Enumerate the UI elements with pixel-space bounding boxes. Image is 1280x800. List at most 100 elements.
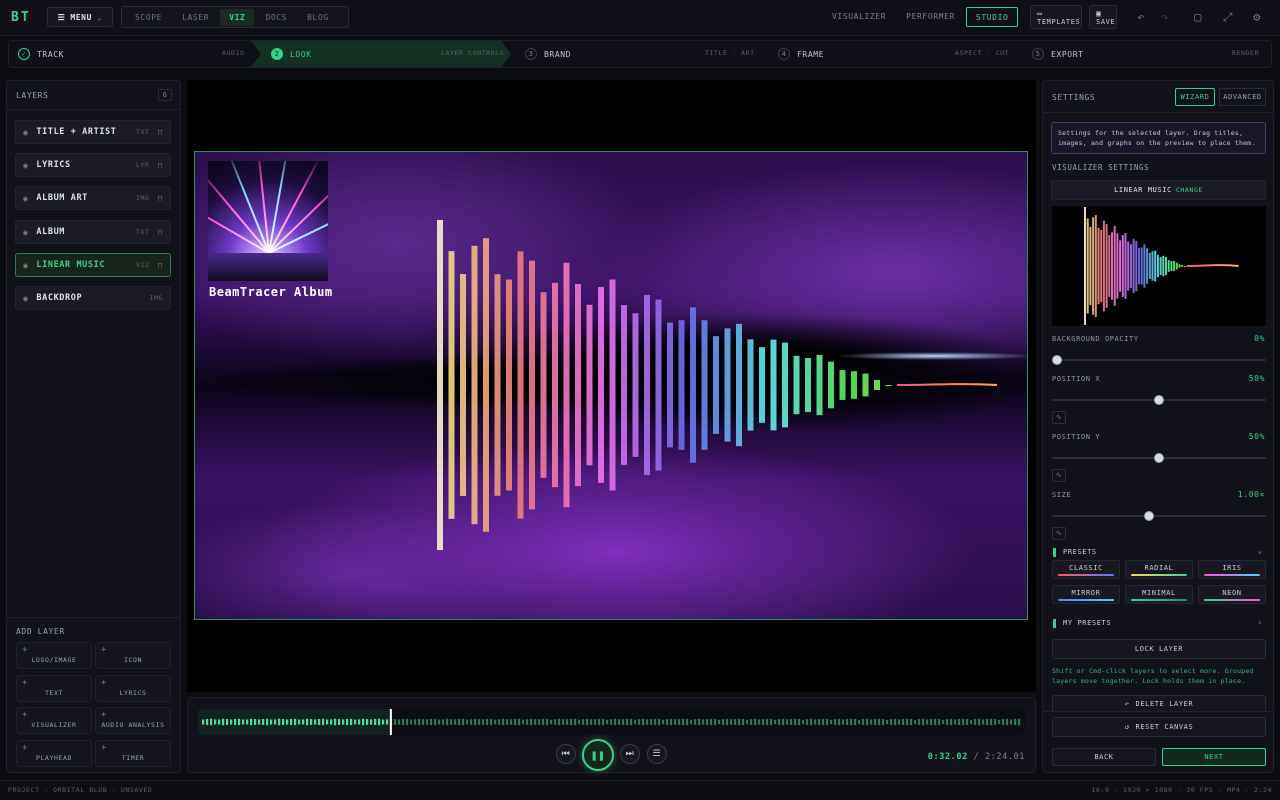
layer-linear-music[interactable]: ◉ LINEAR MUSIC VIZ ⊓ [15,253,171,277]
waveform-bar [302,719,305,725]
mode-visualizer[interactable]: VISUALIZER [823,7,895,27]
slider-knob[interactable] [1154,453,1164,463]
waveform-bar [338,719,341,725]
layer-album-art[interactable]: ◉ ALBUM ART IMG ⊓ [15,186,171,210]
waveform-bar [574,718,577,726]
fullscreen-icon[interactable]: ⤢ [1220,9,1236,25]
lock-icon[interactable]: ⊓ [158,194,163,203]
waveform-bar [1006,718,1009,726]
preset-classic[interactable]: CLASSIC [1052,560,1120,579]
visualizer-bar [1138,247,1140,285]
chevron-right-icon[interactable]: › [1257,618,1263,628]
preset-iris[interactable]: IRIS [1198,560,1266,579]
step-look[interactable]: 2 LOOK LAYER CONTROLS [251,41,511,67]
lock-layer-button[interactable]: LOCK LAYER [1052,639,1266,659]
wizard-mode-button[interactable]: WIZARD [1175,88,1215,106]
advanced-mode-button[interactable]: ADVANCED [1219,88,1266,106]
step-export[interactable]: 5 EXPORT RENDER [1032,41,1268,67]
back-button[interactable]: BACK [1052,748,1156,766]
reset-canvas-button[interactable]: ↺ RESET CANVAS [1052,717,1266,737]
eye-icon[interactable]: ◉ [23,161,28,170]
add-audio-analysis-button[interactable]: + AUDIO ANALYSIS [95,707,171,734]
waveform-bar [910,719,913,725]
templates-button[interactable]: ▭ TEMPLATES [1030,5,1082,29]
waveform-bar [266,718,269,726]
add-icon-button[interactable]: + ICON [95,642,171,669]
gear-icon[interactable]: ⚙ [1249,9,1265,25]
eye-icon[interactable]: ◉ [23,128,28,137]
eye-icon[interactable]: ◉ [23,194,28,203]
chevron-down-icon[interactable]: ⌄ [1257,546,1263,556]
pulse-icon[interactable]: ∿ [1052,469,1066,482]
eye-icon[interactable]: ◉ [23,261,28,270]
add-playhead-button[interactable]: + PLAYHEAD [16,740,92,767]
audio-waveform-scrubber[interactable] [198,709,1025,735]
lock-icon[interactable]: ⊓ [158,261,163,270]
waveform-bar [1010,719,1013,725]
add-visualizer-button[interactable]: + VISUALIZER [16,707,92,734]
layer-album[interactable]: ◉ ALBUM TXT ⊓ [15,220,171,244]
next-button[interactable]: NEXT [1162,748,1266,766]
my-presets-header[interactable]: MY PRESETS [1063,619,1111,627]
slider-knob[interactable] [1052,355,1062,365]
add-logo-image-button[interactable]: + LOGO/IMAGE [16,642,92,669]
slider-knob[interactable] [1154,395,1164,405]
nav-viz[interactable]: VIZ [220,8,255,26]
nav-blog[interactable]: BLOG [298,9,338,26]
nav-scope[interactable]: SCOPE [126,9,171,26]
step-frame[interactable]: 4 FRAME ASPECT · CUT [778,41,1018,67]
mode-studio[interactable]: STUDIO [965,7,1019,27]
eye-icon[interactable]: ◉ [23,294,28,303]
preset-neon[interactable]: NEON [1198,585,1266,604]
pulse-icon[interactable]: ∿ [1052,527,1066,540]
visualizer-selector[interactable]: LINEAR MUSIC CHANGE [1051,180,1266,200]
visualizer-bar [1132,238,1135,294]
nav-laser[interactable]: LASER [173,9,218,26]
visualizer-bar [736,323,742,447]
add-item-label: TEXT [44,689,64,697]
lock-icon[interactable]: ⊓ [158,228,163,237]
position-y-slider[interactable] [1052,453,1266,463]
layer-name: ALBUM ART [36,193,88,203]
add-lyrics-button[interactable]: + LYRICS [95,675,171,702]
add-text-button[interactable]: + TEXT [16,675,92,702]
chat-icon[interactable]: ▢ [1190,9,1206,25]
step-track[interactable]: ✓ TRACK AUDIO [9,41,251,67]
change-visualizer-link[interactable]: CHANGE [1176,186,1203,194]
linear-music-visualizer[interactable] [195,152,1028,620]
layer-backdrop[interactable]: ◉ BACKDROP IMG [15,286,171,310]
preset-mirror[interactable]: MIRROR [1052,585,1120,604]
lock-icon[interactable]: ⊓ [158,128,163,137]
layer-title-artist[interactable]: ◉ TITLE + ARTIST TXT ⊓ [15,120,171,144]
visualizer-name: LINEAR MUSIC [1114,186,1172,194]
playhead-marker[interactable] [389,709,392,735]
preset-minimal[interactable]: MINIMAL [1125,585,1193,604]
mode-performer[interactable]: PERFORMER [897,7,964,27]
waveform-bar [318,718,321,726]
app-logo[interactable]: BT [11,10,31,25]
eye-icon[interactable]: ◉ [23,228,28,237]
pause-button[interactable]: ❚❚ [582,739,614,771]
size-slider[interactable] [1052,511,1266,521]
preset-radial[interactable]: RADIAL [1125,560,1193,579]
waveform-bar [874,719,877,725]
add-timer-button[interactable]: + TIMER [95,740,171,767]
playback-settings-button[interactable]: ☰ [647,744,667,764]
redo-icon[interactable]: ↷ [1157,9,1173,25]
save-button[interactable]: ▣ SAVE [1089,5,1117,29]
bg-opacity-slider[interactable] [1052,355,1266,365]
lock-icon[interactable]: ⊓ [158,161,163,170]
menu-button[interactable]: ☰ MENU ⌄ [47,7,113,27]
slider-knob[interactable] [1143,511,1154,521]
nav-docs[interactable]: DOCS [256,9,296,26]
preview-canvas[interactable]: BeamTracer Album [194,151,1028,620]
skip-back-button[interactable]: ⏮ [556,744,576,764]
position-x-slider[interactable] [1052,395,1266,405]
visualizer-bar [575,283,581,487]
skip-forward-button[interactable]: ⏭ [620,744,640,764]
step-brand[interactable]: 3 BRAND TITLE · ART [525,41,765,67]
pulse-icon[interactable]: ∿ [1052,411,1066,424]
delete-layer-button[interactable]: ↶ DELETE LAYER [1052,695,1266,711]
undo-icon[interactable]: ↶ [1133,9,1149,25]
layer-lyrics[interactable]: ◉ LYRICS LYR ⊓ [15,153,171,177]
